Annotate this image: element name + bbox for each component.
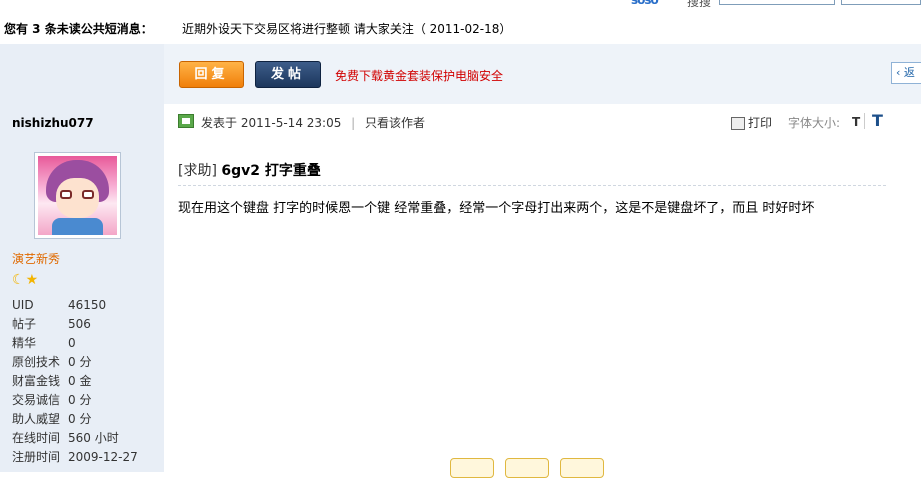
- username[interactable]: nishizhu077: [12, 116, 94, 130]
- user-stat-row: 注册时间 2009-12-27: [12, 448, 162, 467]
- user-stat-key: 财富金钱: [12, 374, 61, 388]
- user-stat-value: 506: [68, 317, 91, 331]
- printer-icon: [731, 117, 745, 130]
- star-icon: ★: [25, 272, 40, 288]
- author-only-link[interactable]: 只看该作者: [365, 116, 425, 130]
- promo-link[interactable]: 免费下载黄金套装保护电脑安全: [335, 67, 503, 84]
- font-divider: [864, 113, 865, 129]
- user-stat-key: 在线时间: [12, 431, 61, 445]
- user-stat-key: 原创技术: [12, 355, 61, 369]
- user-stat-value: 0 分: [68, 393, 92, 407]
- unread-messages-label[interactable]: 您有 3 条未读公共短消息：: [4, 20, 153, 37]
- separator: |: [351, 116, 356, 130]
- avatar[interactable]: [34, 152, 121, 239]
- user-stat-value: 0 分: [68, 355, 92, 369]
- print-label: 打印: [748, 116, 773, 130]
- search-label: 搜搜: [687, 0, 712, 9]
- posted-time: 2011-5-14 23:05: [240, 116, 342, 130]
- rate-button[interactable]: [450, 458, 494, 478]
- search-area: soso 搜搜: [631, 0, 921, 9]
- user-stat-key: UID: [12, 298, 34, 312]
- posted-label: 发表于: [201, 116, 238, 130]
- notice-bar: 您有 3 条未读公共短消息： 近期外设天下交易区将进行整顿 请大家关注（ 201…: [0, 18, 921, 40]
- post-title: [求助] 6gv2 打字重叠: [178, 160, 321, 180]
- back-label: 返: [903, 66, 915, 79]
- user-stat-key: 帖子: [12, 317, 37, 331]
- recommend-button[interactable]: [560, 458, 604, 478]
- user-stat-value: 0: [68, 336, 76, 350]
- post-body: 现在用这个键盘 打字的时候恩一个键 经常重叠，经常一个字母打出来两个，这是不是键…: [178, 201, 815, 216]
- search-input[interactable]: [719, 0, 835, 5]
- post-title-text: 6gv2 打字重叠: [221, 163, 321, 179]
- post-meta: 发表于 2011-5-14 23:05 | 只看该作者: [178, 113, 425, 130]
- top-bar: soso 搜搜: [0, 0, 921, 18]
- font-small-button[interactable]: T: [852, 115, 860, 129]
- user-stat-key: 精华: [12, 336, 37, 350]
- user-stat-row: 助人威望 0 分: [12, 410, 162, 429]
- user-stat-value: 2009-12-27: [68, 450, 138, 464]
- back-arrow-icon: ‹: [896, 66, 904, 79]
- user-stat-row: 原创技术 0 分: [12, 353, 162, 372]
- font-big-button[interactable]: T: [872, 111, 883, 130]
- print-button[interactable]: 打印: [731, 114, 772, 131]
- reply-button[interactable]: 回复: [179, 61, 244, 88]
- avatar-image: [38, 156, 117, 235]
- font-size-label: 字体大小:: [788, 116, 841, 130]
- notice-message-link[interactable]: 近期外设天下交易区将进行整顿 请大家关注（ 2011-02-18）: [182, 20, 511, 37]
- rank-stars: ☾★: [12, 272, 39, 288]
- user-rank: 演艺新秀: [12, 252, 61, 266]
- user-stat-value: 0 分: [68, 412, 92, 426]
- user-stat-row: 在线时间 560 小时: [12, 429, 162, 448]
- soso-logo: soso: [631, 0, 659, 7]
- share-button[interactable]: [505, 458, 549, 478]
- user-stat-row: 帖子 506: [12, 315, 162, 334]
- user-stat-key: 注册时间: [12, 450, 61, 464]
- search-select[interactable]: [841, 0, 921, 5]
- post-icon: [178, 113, 194, 128]
- user-stat-row: 精华 0: [12, 334, 162, 353]
- user-stat-key: 交易诚信: [12, 393, 61, 407]
- user-stat-row: 财富金钱 0 金: [12, 372, 162, 391]
- user-stat-value: 46150: [68, 298, 107, 312]
- user-stat-row: 交易诚信 0 分: [12, 391, 162, 410]
- post-title-tag: [求助]: [178, 163, 217, 179]
- title-divider: [178, 185, 886, 186]
- user-stats: UID 46150 帖子 506 精华 0 原创技术 0 分财富金钱 0 金交易诚信 0 分助人威…: [12, 296, 162, 467]
- new-post-button[interactable]: 发帖: [255, 61, 321, 88]
- user-stat-value: 0 金: [68, 374, 92, 388]
- user-stat-key: 助人威望: [12, 412, 61, 426]
- user-stat-value: 560 小时: [68, 431, 119, 445]
- moon-icon: ☾: [12, 272, 26, 288]
- back-button[interactable]: ‹ 返: [891, 62, 921, 84]
- user-stat-row: UID 46150: [12, 296, 162, 315]
